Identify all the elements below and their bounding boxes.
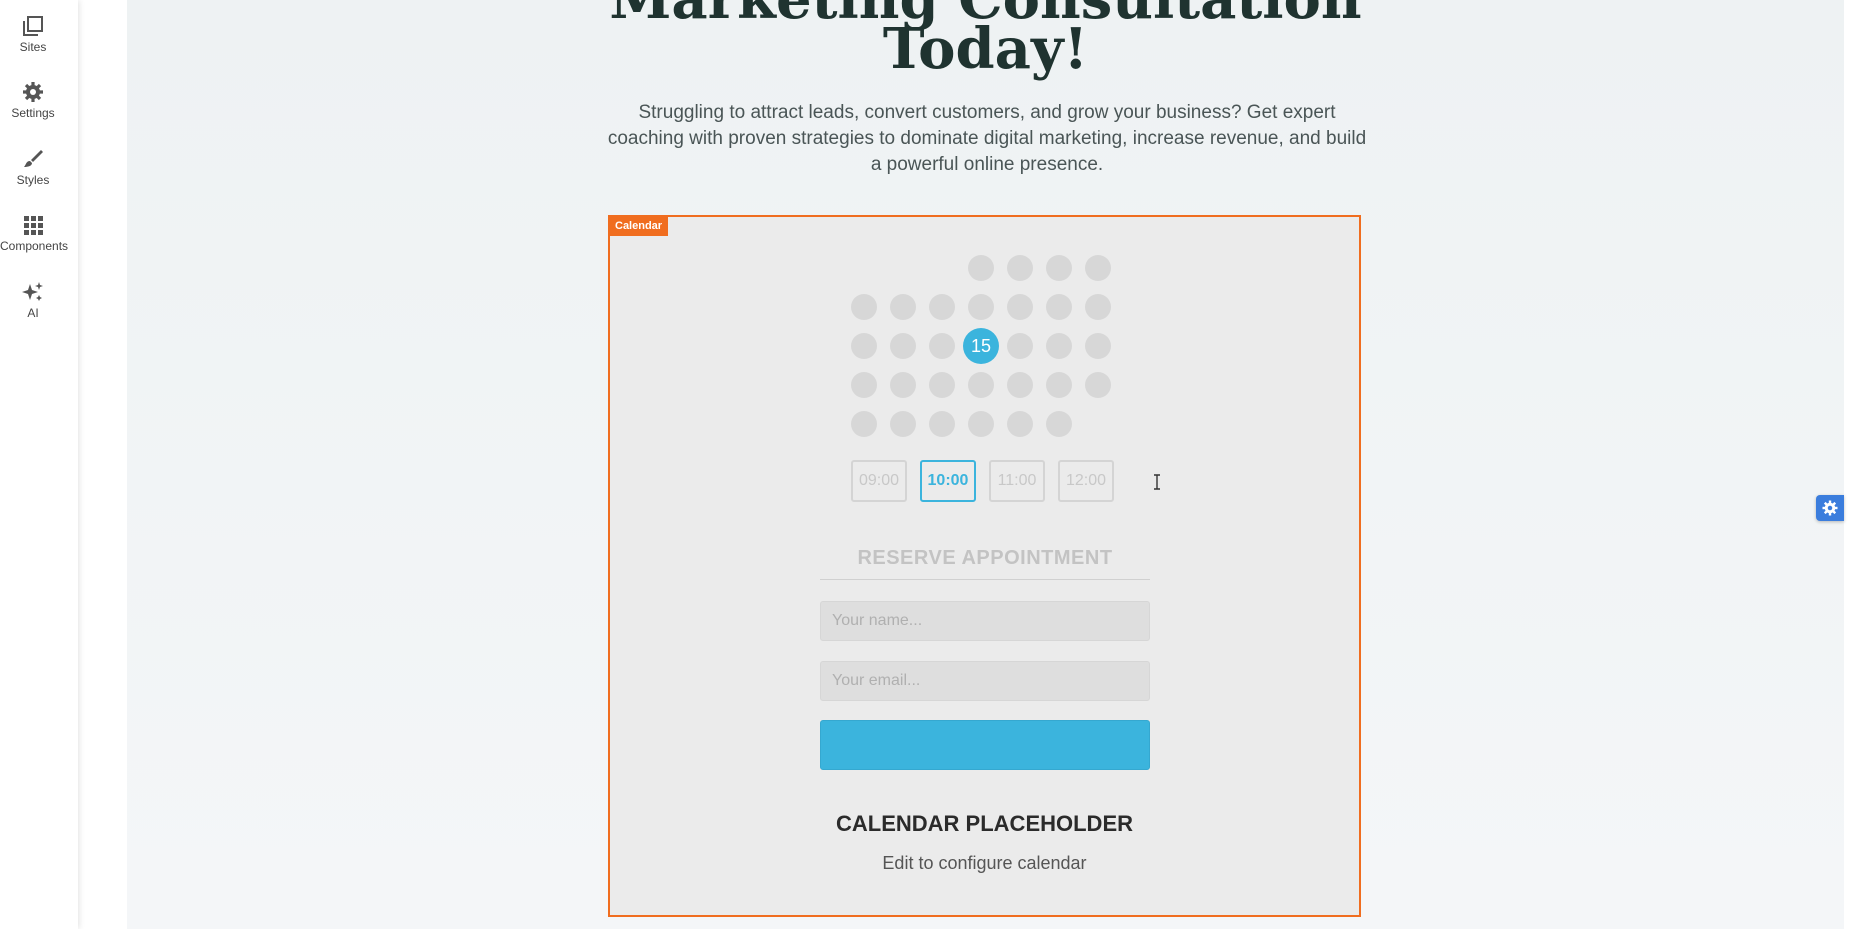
hero-subtitle[interactable]: Struggling to attract leads, convert cus… xyxy=(607,100,1367,178)
email-input[interactable]: Your email... xyxy=(820,661,1150,701)
sidebar-item-styles[interactable]: Styles xyxy=(0,147,66,187)
calendar-day[interactable] xyxy=(1046,411,1072,437)
component-label-tag: Calendar xyxy=(609,216,669,236)
calendar-day[interactable] xyxy=(968,372,994,398)
calendar-day[interactable] xyxy=(1085,294,1111,320)
calendar-component[interactable]: Calendar 15 09:00 10:00 11:00 12:00 RESE… xyxy=(608,215,1361,917)
time-slot[interactable]: 12:00 xyxy=(1058,460,1114,502)
sidebar-item-components[interactable]: Components xyxy=(0,213,69,253)
editor-right-gutter xyxy=(1844,0,1864,929)
reserve-appointment-title: RESERVE APPOINTMENT xyxy=(857,547,1113,569)
calendar-day[interactable] xyxy=(1046,372,1072,398)
hero-headline-line2[interactable]: Today! xyxy=(127,18,1844,80)
divider xyxy=(820,579,1150,580)
calendar-day-selected[interactable]: 15 xyxy=(963,328,999,364)
sidebar-item-label: AI xyxy=(27,306,39,320)
time-slot[interactable]: 09:00 xyxy=(851,460,907,502)
calendar-day[interactable] xyxy=(968,294,994,320)
calendar-day[interactable] xyxy=(1007,411,1033,437)
component-settings-button[interactable] xyxy=(1816,495,1844,521)
gear-icon xyxy=(23,82,43,102)
sidebar-item-settings[interactable]: Settings xyxy=(0,80,66,120)
calendar-day[interactable] xyxy=(851,333,877,359)
calendar-day[interactable] xyxy=(929,294,955,320)
editor-sidebar: Sites Settings Styles Components AI xyxy=(0,0,78,929)
calendar-day[interactable] xyxy=(890,294,916,320)
calendar-day[interactable] xyxy=(1007,294,1033,320)
calendar-day[interactable] xyxy=(890,411,916,437)
sidebar-item-label: Styles xyxy=(16,173,50,187)
calendar-day[interactable] xyxy=(929,411,955,437)
editor-gutter xyxy=(78,0,127,929)
time-slot[interactable]: 11:00 xyxy=(989,460,1045,502)
calendar-day[interactable] xyxy=(851,294,877,320)
calendar-day[interactable] xyxy=(851,411,877,437)
grid-icon xyxy=(24,216,43,235)
sidebar-item-label: Sites xyxy=(19,40,47,54)
calendar-day[interactable] xyxy=(1046,294,1072,320)
calendar-day[interactable] xyxy=(1007,333,1033,359)
calendar-day[interactable] xyxy=(1085,255,1111,281)
sidebar-item-label: Components xyxy=(0,239,69,253)
brush-icon xyxy=(24,150,43,167)
text-cursor-icon xyxy=(1154,474,1160,490)
name-input[interactable]: Your name... xyxy=(820,601,1150,641)
page-canvas: Marketing Consultation Today! Struggling… xyxy=(127,0,1844,929)
calendar-day[interactable] xyxy=(929,372,955,398)
sites-icon xyxy=(23,16,43,36)
calendar-day[interactable] xyxy=(1085,372,1111,398)
sidebar-item-sites[interactable]: Sites xyxy=(0,14,66,54)
calendar-day[interactable] xyxy=(1085,333,1111,359)
sparkle-icon xyxy=(22,282,43,301)
calendar-day[interactable] xyxy=(968,411,994,437)
gear-icon xyxy=(1822,500,1838,516)
calendar-day[interactable] xyxy=(890,333,916,359)
calendar-day[interactable] xyxy=(1007,372,1033,398)
calendar-day[interactable] xyxy=(929,333,955,359)
calendar-placeholder-title: CALENDAR PLACEHOLDER xyxy=(836,811,1133,836)
sidebar-item-label: Settings xyxy=(11,106,55,120)
time-slot-selected[interactable]: 10:00 xyxy=(920,460,976,502)
reserve-submit-button[interactable] xyxy=(820,720,1150,770)
calendar-day[interactable] xyxy=(1007,255,1033,281)
calendar-day[interactable] xyxy=(851,372,877,398)
calendar-placeholder-subtitle: Edit to configure calendar xyxy=(882,853,1087,873)
calendar-day[interactable] xyxy=(1046,255,1072,281)
sidebar-item-ai[interactable]: AI xyxy=(0,280,66,320)
calendar-day[interactable] xyxy=(890,372,916,398)
calendar-day[interactable] xyxy=(1046,333,1072,359)
calendar-day[interactable] xyxy=(968,255,994,281)
